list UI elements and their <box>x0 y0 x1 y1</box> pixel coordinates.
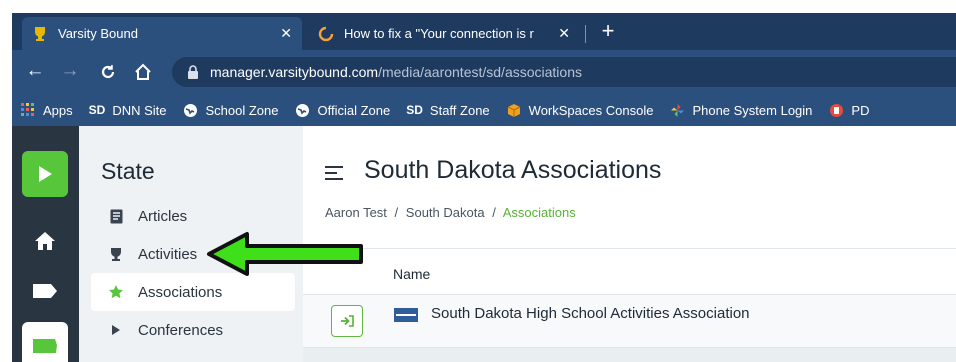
breadcrumb-link[interactable]: Aaron Test <box>325 205 387 220</box>
tab-separator <box>585 25 586 43</box>
trophy-icon <box>32 26 48 42</box>
url-input[interactable]: manager.varsitybound.com/media/aarontest… <box>172 57 956 87</box>
annotation-arrow-icon <box>207 232 363 276</box>
breadcrumb-link[interactable]: South Dakota <box>406 205 485 220</box>
sidebar-item-label: Associations <box>138 283 223 301</box>
menu-icon[interactable] <box>325 166 343 182</box>
sidebar-item-label: Articles <box>138 207 188 225</box>
bookmark-workspaces-console[interactable]: WorkSpaces Console <box>506 102 653 118</box>
close-icon[interactable]: ✕ <box>280 25 292 42</box>
association-logo-icon <box>394 308 418 322</box>
close-icon[interactable]: ✕ <box>558 25 570 42</box>
tab-title: Varsity Bound <box>58 26 138 41</box>
bookmark-pd[interactable]: PD <box>828 102 869 118</box>
play-icon[interactable] <box>22 151 68 197</box>
apps-grid-icon <box>20 102 36 118</box>
sd-icon: SD <box>88 103 106 117</box>
tab-varsity-bound[interactable]: Varsity Bound ✕ <box>22 17 302 50</box>
reload-icon[interactable] <box>97 60 119 84</box>
breadcrumb-separator: / <box>394 205 399 220</box>
breadcrumb-current: Associations <box>502 205 576 220</box>
forward-arrow-icon[interactable]: → <box>59 60 81 84</box>
enter-button[interactable] <box>331 305 363 337</box>
sidebar-item-label: Activities <box>138 245 198 263</box>
new-tab-icon[interactable]: + <box>596 20 620 44</box>
tab-title: How to fix a "Your connection is r <box>344 26 534 41</box>
page-header: South Dakota Associations Aaron Test / S… <box>303 126 956 248</box>
table-row[interactable]: South Dakota High School Activities Asso… <box>303 294 956 348</box>
page-title: South Dakota Associations <box>364 156 662 184</box>
url-host: manager.varsitybound.com <box>210 64 379 80</box>
bookmark-dnn-site[interactable]: SD DNN Site <box>89 102 167 118</box>
column-header-name[interactable]: Name <box>393 266 430 282</box>
url-path: /media/aarontest/sd/associations <box>378 64 582 80</box>
address-bar-row: ← → manager.varsitybound.com/media/aaron… <box>12 50 956 94</box>
home-icon[interactable] <box>22 218 68 264</box>
triangle-right-icon <box>107 321 125 339</box>
bookmark-apps[interactable]: Apps <box>20 102 73 118</box>
sidebar-title: State <box>101 158 155 184</box>
top-margin <box>0 0 956 13</box>
sidebar-item-conferences[interactable]: Conferences <box>91 311 295 349</box>
table-header: Name <box>303 248 956 294</box>
browser-tab-bar: Varsity Bound ✕ How to fix a "Your conne… <box>12 13 956 50</box>
icon-rail <box>12 126 79 362</box>
pinwheel-icon <box>669 102 685 118</box>
main-content: South Dakota Associations Aaron Test / S… <box>303 126 956 362</box>
breadcrumb: Aaron Test / South Dakota / Associations <box>325 205 576 220</box>
bookmarks-bar: Apps SD DNN Site School Zone Official Zon… <box>12 94 956 126</box>
globe-icon <box>183 102 199 118</box>
loading-circle-icon <box>318 26 334 42</box>
sign-in-icon <box>341 315 354 327</box>
home-icon[interactable] <box>132 60 154 84</box>
sidebar-item-associations[interactable]: Associations <box>91 273 295 311</box>
pd-icon <box>828 102 844 118</box>
association-name[interactable]: South Dakota High School Activities Asso… <box>431 305 750 322</box>
cube-icon <box>506 102 522 118</box>
breadcrumb-separator: / <box>492 205 496 220</box>
globe-icon <box>295 102 311 118</box>
sd-icon: SD <box>406 103 423 117</box>
app-body: State Articles Activities Associations C… <box>12 126 956 362</box>
back-arrow-icon[interactable]: ← <box>24 60 46 84</box>
lock-icon <box>188 65 198 79</box>
bookmark-phone-system-login[interactable]: Phone System Login <box>669 102 812 118</box>
tag-icon[interactable] <box>22 268 68 314</box>
state-map-icon[interactable] <box>22 322 68 362</box>
article-icon <box>107 207 125 225</box>
star-icon <box>107 283 125 301</box>
bookmark-official-zone[interactable]: Official Zone <box>295 102 390 118</box>
bookmark-school-zone[interactable]: School Zone <box>183 102 279 118</box>
trophy-icon <box>107 245 125 263</box>
sidebar-item-label: Conferences <box>138 321 224 339</box>
tab-how-to-fix[interactable]: How to fix a "Your connection is r ✕ <box>308 17 580 50</box>
bookmark-staff-zone[interactable]: SD Staff Zone <box>406 102 489 118</box>
